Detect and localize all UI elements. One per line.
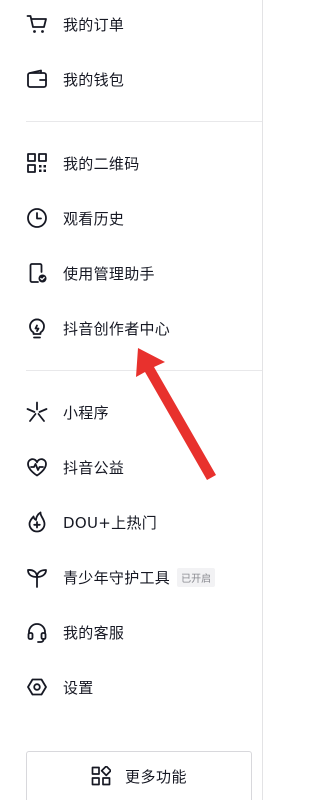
lightbulb-icon xyxy=(26,317,48,339)
menu-label-creator-center: 抖音创作者中心 xyxy=(63,319,171,338)
menu-item-qrcode[interactable]: 我的二维码 xyxy=(0,143,262,183)
menu-item-history[interactable]: 观看历史 xyxy=(0,198,262,238)
cart-icon xyxy=(26,13,48,35)
menu-item-charity[interactable]: 抖音公益 xyxy=(0,447,262,487)
qrcode-icon xyxy=(26,152,48,174)
grid-icon xyxy=(91,766,111,786)
clock-icon xyxy=(26,207,48,229)
menu-label-youth-mode: 青少年守护工具 xyxy=(63,568,171,587)
flame-plus-icon xyxy=(26,511,48,533)
menu-item-creator-center[interactable]: 抖音创作者中心 xyxy=(0,308,262,348)
menu-item-settings[interactable]: 设置 xyxy=(0,667,262,707)
menu-item-mini-program[interactable]: 小程序 xyxy=(0,392,262,432)
divider xyxy=(26,370,262,371)
phone-check-icon xyxy=(26,262,48,284)
menu-item-customer-service[interactable]: 我的客服 xyxy=(0,612,262,652)
menu-label-dou-plus: DOU+上热门 xyxy=(63,513,158,532)
menu-label-orders: 我的订单 xyxy=(63,15,125,34)
status-badge: 已开启 xyxy=(177,567,216,587)
wallet-icon xyxy=(26,68,48,90)
menu-label-usage-manager: 使用管理助手 xyxy=(63,264,155,283)
menu-item-orders[interactable]: 我的订单 xyxy=(0,4,262,44)
heart-pulse-icon xyxy=(26,456,48,478)
menu-item-dou-plus[interactable]: DOU+上热门 xyxy=(0,502,262,542)
menu-label-history: 观看历史 xyxy=(63,209,125,228)
menu-label-qrcode: 我的二维码 xyxy=(63,154,140,173)
settings-hexagon-icon xyxy=(26,676,48,698)
panel-edge xyxy=(262,0,263,800)
menu-label-mini-program: 小程序 xyxy=(63,403,109,422)
sprout-icon xyxy=(26,566,48,588)
divider xyxy=(26,121,262,122)
more-features-button[interactable]: 更多功能 xyxy=(26,751,252,800)
headset-icon xyxy=(26,621,48,643)
more-features-label: 更多功能 xyxy=(124,767,187,786)
menu-label-settings: 设置 xyxy=(63,678,94,697)
menu-label-wallet: 我的钱包 xyxy=(63,70,125,89)
menu-item-youth-mode[interactable]: 青少年守护工具 已开启 xyxy=(0,557,262,597)
menu-item-wallet[interactable]: 我的钱包 xyxy=(0,59,262,99)
menu-label-charity: 抖音公益 xyxy=(63,458,125,477)
menu-label-customer-service: 我的客服 xyxy=(63,623,125,642)
menu-item-usage-manager[interactable]: 使用管理助手 xyxy=(0,253,262,293)
mini-program-icon xyxy=(26,401,48,423)
